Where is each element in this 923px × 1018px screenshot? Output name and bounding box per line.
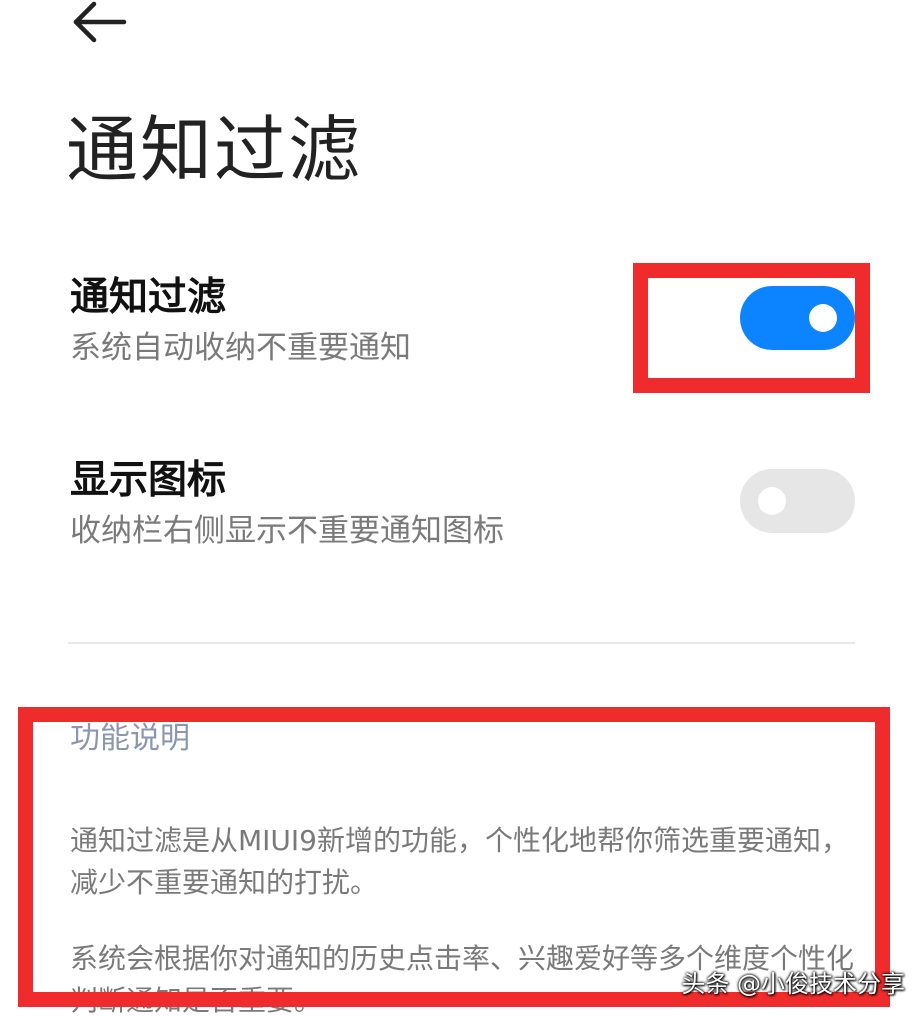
setting-row-show-icon[interactable]: 显示图标 收纳栏右侧显示不重要通知图标 xyxy=(0,445,923,595)
setting-subtitle: 收纳栏右侧显示不重要通知图标 xyxy=(70,513,504,549)
setting-title: 显示图标 xyxy=(70,458,227,503)
toggle-knob xyxy=(758,487,786,515)
section-title: 功能说明 xyxy=(70,721,190,756)
notification-filter-screen: 通知过滤 通知过滤 系统自动收纳不重要通知 显示图标 收纳栏右侧显示不重要通知图… xyxy=(0,0,923,1018)
watermark: 头条 @小俊技术分享 xyxy=(681,970,905,998)
setting-title: 通知过滤 xyxy=(70,275,227,320)
back-button[interactable] xyxy=(68,0,130,46)
description-paragraph: 通知过滤是从MIUI9新增的功能，个性化地帮你筛选重要通知，减少不重要通知的打扰… xyxy=(70,824,849,899)
notification-filter-toggle[interactable] xyxy=(740,286,855,350)
toggle-knob xyxy=(809,304,837,332)
setting-row-notification-filter[interactable]: 通知过滤 系统自动收纳不重要通知 xyxy=(0,262,923,412)
show-icon-toggle[interactable] xyxy=(740,469,855,533)
arrow-left-icon xyxy=(73,1,127,43)
page-title: 通知过滤 xyxy=(66,108,363,192)
setting-subtitle: 系统自动收纳不重要通知 xyxy=(70,330,411,366)
divider xyxy=(68,642,855,644)
